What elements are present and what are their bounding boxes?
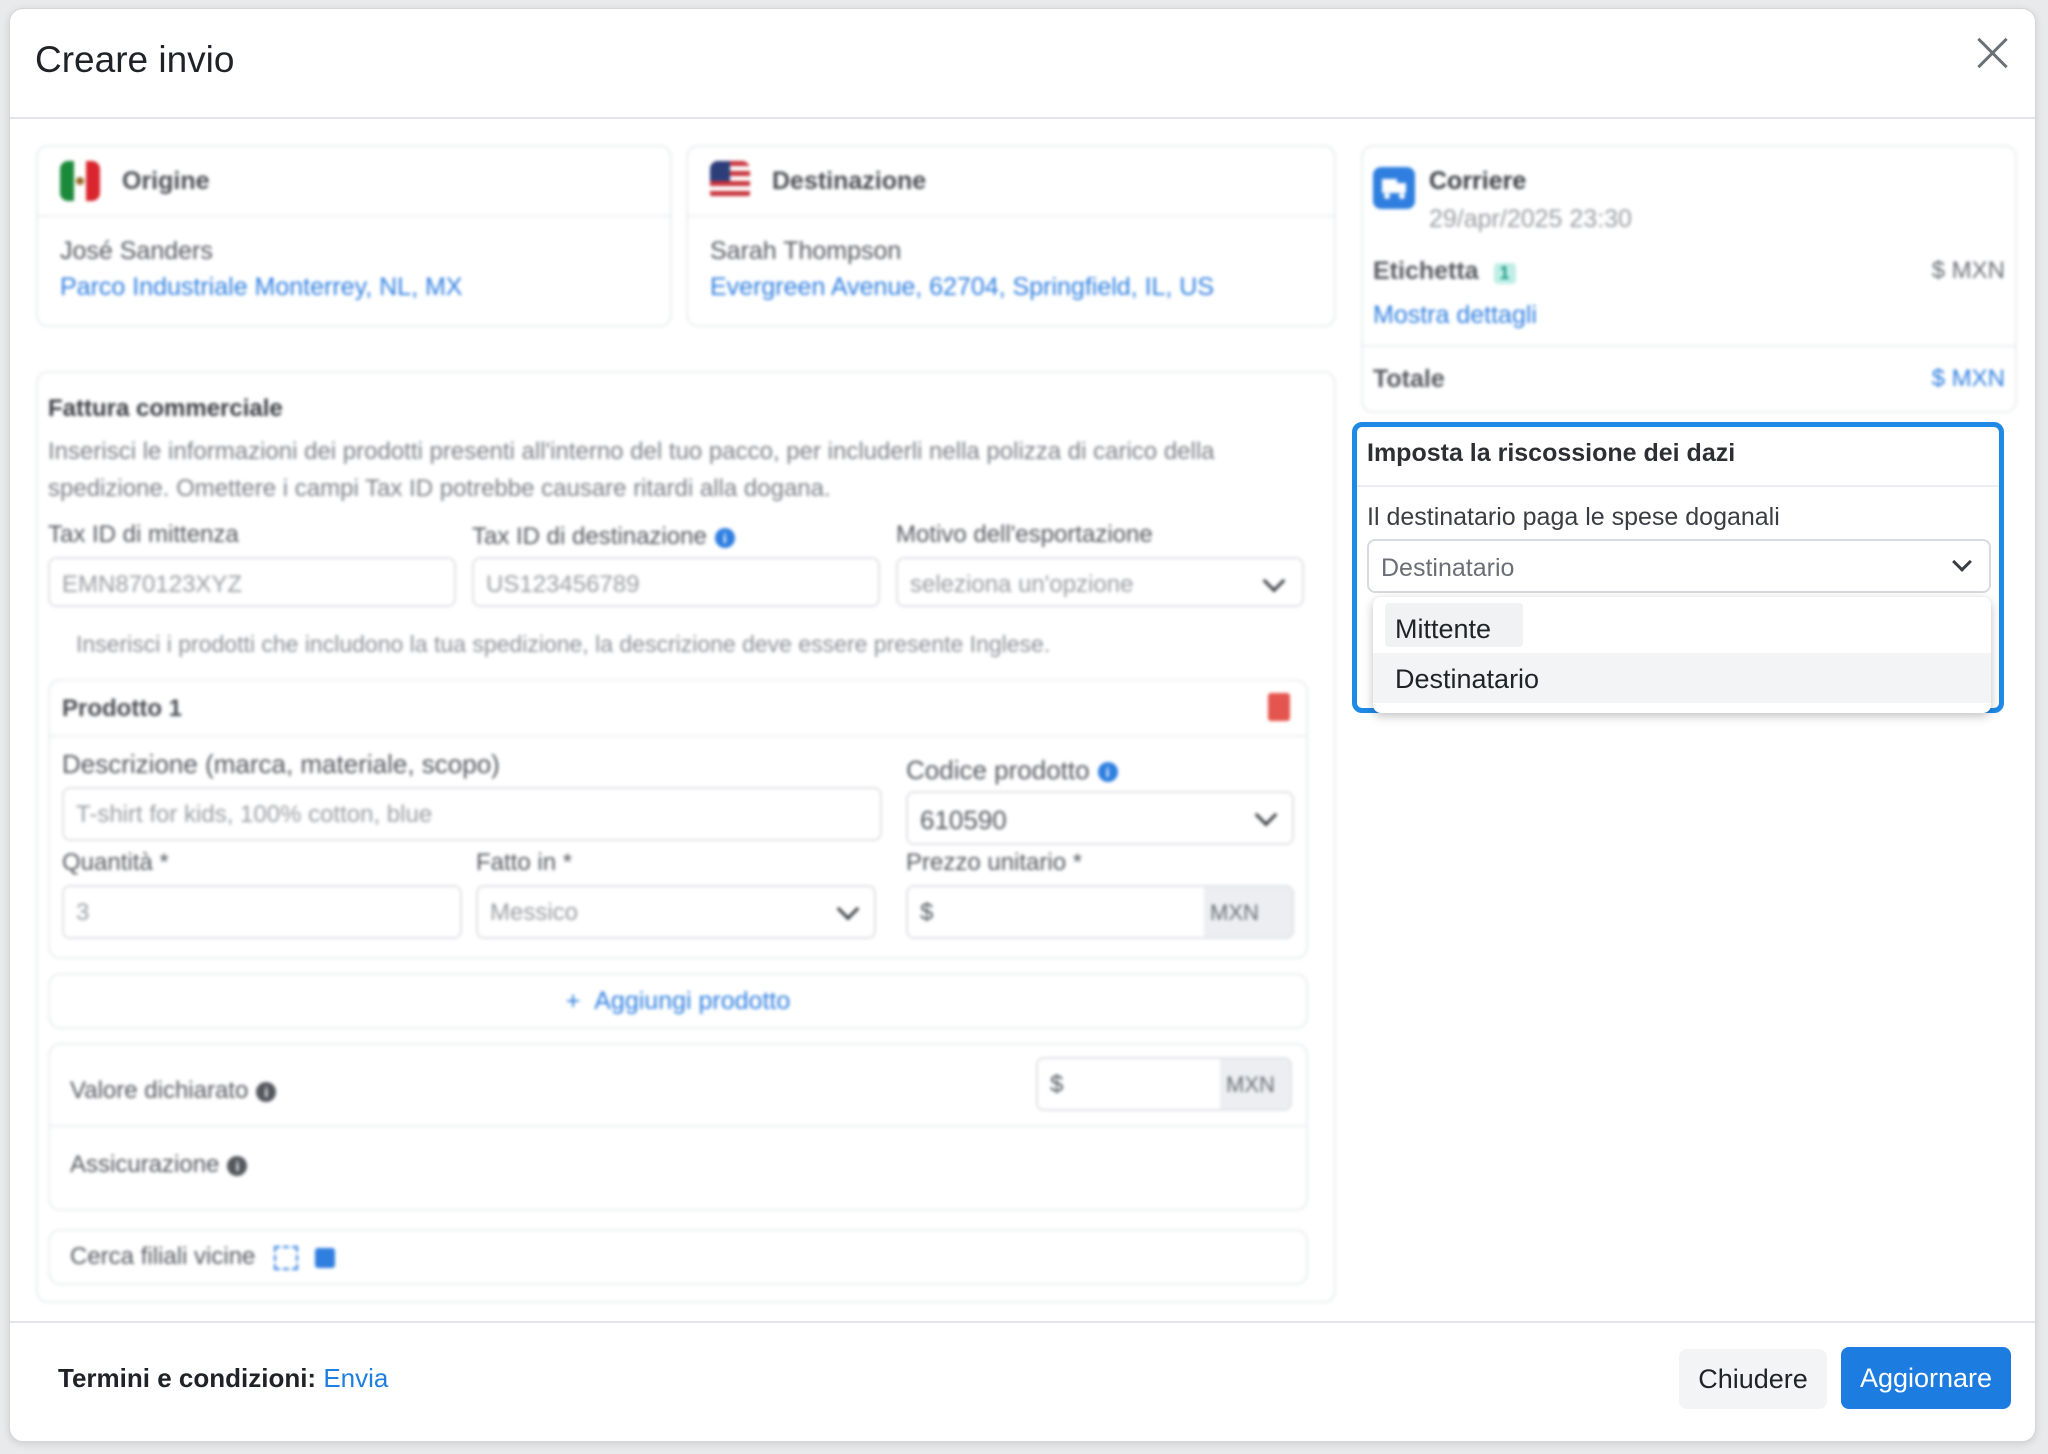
option-mittente[interactable]: Mittente bbox=[1373, 603, 1991, 653]
info-icon[interactable]: i bbox=[1097, 762, 1118, 783]
commercial-invoice-section: Fattura commerciale Inserisci le informa… bbox=[36, 371, 1336, 1303]
product-title: Prodotto 1 bbox=[62, 695, 182, 722]
carrier-date: 29/apr/2025 23:30 bbox=[1429, 205, 1632, 233]
product-card: Prodotto 1 Descrizione (marca, materiale… bbox=[48, 679, 1308, 959]
unit-price-label: Prezzo unitario * bbox=[906, 849, 1083, 876]
chevron-down-icon bbox=[1952, 552, 1972, 572]
invoice-title: Fattura commerciale bbox=[48, 395, 283, 422]
us-flag-icon bbox=[710, 161, 750, 201]
chevron-down-icon bbox=[1262, 569, 1286, 593]
declared-value-label-wrap: Valore dichiarato i bbox=[70, 1077, 277, 1105]
label-row: Etichetta 1 bbox=[1373, 257, 1516, 286]
label-count-badge: 1 bbox=[1493, 263, 1516, 284]
products-hint: Inserisci i prodotti che includono la tu… bbox=[76, 631, 1051, 657]
show-details-link[interactable]: Mostra dettagli bbox=[1373, 301, 1537, 330]
modal-footer: Termini e condizioni: Envia Chiudere Agg… bbox=[10, 1321, 2035, 1441]
quantity-input[interactable]: 3 bbox=[62, 885, 462, 939]
destination-title: Destinazione bbox=[772, 167, 927, 195]
destination-card: Destinazione Sarah Thompson Evergreen Av… bbox=[686, 145, 1336, 327]
info-icon[interactable]: i bbox=[714, 527, 735, 548]
duties-payer-select[interactable]: Destinatario bbox=[1367, 539, 1991, 593]
terms-link[interactable]: Envia bbox=[323, 1363, 388, 1393]
update-button[interactable]: Aggiornare bbox=[1841, 1347, 2011, 1409]
expand-icon[interactable] bbox=[274, 1245, 299, 1270]
modal-header: Creare invio bbox=[10, 9, 2035, 119]
option-destinatario[interactable]: Destinatario bbox=[1373, 653, 1991, 703]
close-button[interactable]: Chiudere bbox=[1679, 1349, 1827, 1409]
add-product-button[interactable]: + Aggiungi prodotto bbox=[48, 973, 1308, 1029]
dest-tax-label-wrap: Tax ID di destinazione i bbox=[472, 523, 735, 551]
truck-icon bbox=[1373, 167, 1415, 209]
duties-title: Imposta la riscossione dei dazi bbox=[1367, 439, 1736, 467]
label-amount: $ MXN bbox=[1931, 257, 2005, 284]
total-amount: $ MXN bbox=[1931, 365, 2005, 392]
destination-name: Sarah Thompson bbox=[710, 237, 902, 265]
create-shipment-modal: Creare invio Origine José Sanders Parco … bbox=[9, 8, 2036, 1442]
sender-tax-input[interactable]: EMN870123XYZ bbox=[48, 557, 456, 607]
invoice-description: Inserisci le informazioni dei prodotti p… bbox=[48, 438, 1215, 502]
info-icon[interactable]: i bbox=[227, 1155, 248, 1176]
dest-tax-input[interactable]: US123456789 bbox=[472, 557, 880, 607]
origin-name: José Sanders bbox=[60, 237, 213, 265]
origin-address[interactable]: Parco Industriale Monterrey, NL, MX bbox=[60, 273, 462, 302]
destination-address[interactable]: Evergreen Avenue, 62704, Springfield, IL… bbox=[710, 273, 1214, 302]
origin-title: Origine bbox=[122, 167, 210, 195]
export-reason-select[interactable]: seleziona un'opzione bbox=[896, 557, 1304, 607]
close-icon[interactable] bbox=[1971, 31, 2015, 75]
unit-price-input[interactable]: $ MXN bbox=[906, 885, 1294, 939]
sender-tax-label: Tax ID di mittenza bbox=[48, 521, 239, 548]
terms: Termini e condizioni: Envia bbox=[58, 1363, 389, 1393]
insurance-label-wrap: Assicurazione i bbox=[70, 1151, 248, 1179]
dest-tax-label: Tax ID di destinazione bbox=[472, 523, 707, 550]
description-input[interactable]: T-shirt for kids, 100% cotton, blue bbox=[62, 787, 882, 841]
product-code-select[interactable]: 610590 bbox=[906, 791, 1294, 845]
origin-card: Origine José Sanders Parco Industriale M… bbox=[36, 145, 672, 327]
made-in-select[interactable]: Messico bbox=[476, 885, 876, 939]
duties-dropdown-menu: Mittente Destinatario bbox=[1373, 597, 1991, 713]
info-icon[interactable]: i bbox=[256, 1081, 277, 1102]
modal-title: Creare invio bbox=[35, 39, 235, 80]
map-icon[interactable] bbox=[314, 1247, 335, 1268]
product-code-label-wrap: Codice prodotto i bbox=[906, 755, 1118, 786]
total-label: Totale bbox=[1373, 365, 1445, 393]
branches-label: Cerca filiali vicine bbox=[70, 1243, 256, 1270]
mexico-flag-icon bbox=[60, 161, 100, 201]
carrier-card: Corriere 29/apr/2025 23:30 Etichetta 1 $… bbox=[1361, 145, 2017, 413]
duties-field-label: Il destinatario paga le spese doganali bbox=[1367, 503, 1780, 531]
chevron-down-icon bbox=[836, 897, 860, 921]
quantity-label: Quantità * bbox=[62, 849, 169, 876]
chevron-down-icon bbox=[1254, 803, 1278, 827]
export-reason-label: Motivo dell'esportazione bbox=[896, 521, 1153, 548]
declared-value-input[interactable]: $ MXN bbox=[1036, 1057, 1292, 1111]
branches-row[interactable]: Cerca filiali vicine bbox=[48, 1229, 1308, 1285]
plus-icon: + bbox=[565, 987, 595, 1015]
description-label: Descrizione (marca, materiale, scopo) bbox=[62, 749, 500, 779]
made-in-label: Fatto in * bbox=[476, 849, 573, 876]
currency-select[interactable]: MXN bbox=[1204, 887, 1292, 937]
carrier-title: Corriere bbox=[1429, 167, 1527, 195]
value-insurance-card: Valore dichiarato i $ MXN Assicurazione i bbox=[48, 1043, 1308, 1211]
trash-icon[interactable] bbox=[1268, 693, 1290, 721]
